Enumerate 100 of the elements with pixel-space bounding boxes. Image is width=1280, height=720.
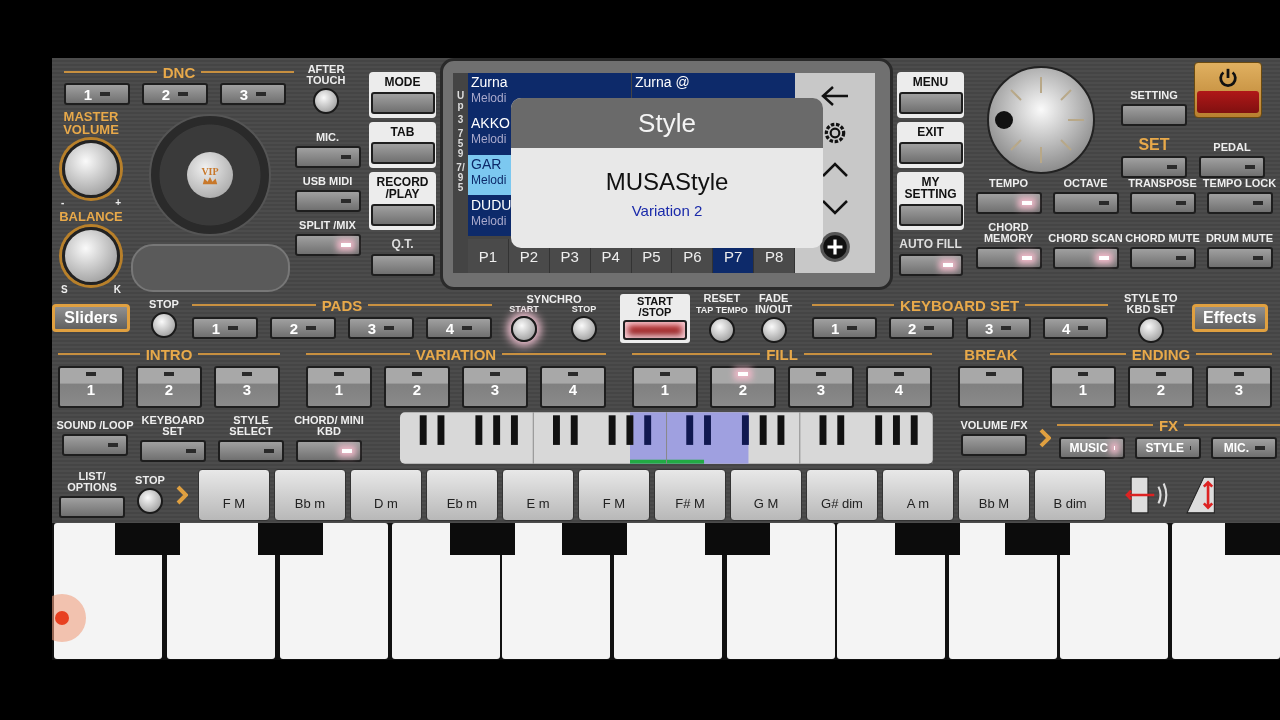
section-pad[interactable]: 2	[710, 366, 776, 408]
panel-button[interactable]	[140, 439, 206, 462]
panel-button[interactable]	[218, 439, 284, 462]
add-icon[interactable]	[819, 231, 851, 264]
chord-button[interactable]: G M	[730, 468, 802, 521]
panel-button[interactable]	[294, 190, 361, 212]
panel-button[interactable]	[961, 434, 1028, 456]
knob[interactable]	[571, 316, 597, 342]
panel-button[interactable]	[1052, 192, 1119, 214]
menu-key[interactable]: RECORD /PLAY	[369, 172, 436, 230]
effects-button[interactable]: Effects	[1191, 304, 1268, 332]
button-label: PEDAL	[1212, 142, 1252, 153]
knob[interactable]	[760, 317, 787, 343]
fx-button[interactable]: MIC.	[1211, 437, 1278, 459]
chord-button[interactable]: Bb M	[958, 468, 1030, 521]
panel-button[interactable]	[370, 254, 435, 276]
panel-button[interactable]: 1	[64, 83, 130, 105]
panel-button[interactable]	[1129, 192, 1196, 214]
panel-button[interactable]	[898, 254, 963, 276]
data-dial[interactable]	[986, 65, 1096, 175]
chord-button[interactable]: A m	[882, 468, 954, 521]
panel-button[interactable]	[898, 204, 963, 226]
knob[interactable]	[511, 316, 537, 342]
chord-button[interactable]: G# dim	[806, 468, 878, 521]
sliders-button[interactable]: Sliders	[52, 304, 130, 332]
chord-button[interactable]: E m	[502, 468, 574, 521]
panel-button[interactable]	[294, 234, 361, 256]
section-pad[interactable]: 3	[214, 366, 280, 408]
fx-button[interactable]: MUSIC	[1059, 437, 1126, 459]
panel-button[interactable]: 2	[888, 317, 954, 339]
panel-button[interactable]	[296, 439, 362, 462]
panel-button[interactable]	[898, 142, 963, 164]
panel-button[interactable]	[294, 146, 361, 168]
section-pad[interactable]: 2	[384, 366, 450, 408]
section-pad[interactable]: 4	[540, 366, 606, 408]
section-pad[interactable]: 1	[1050, 366, 1116, 408]
start-stop-button[interactable]	[623, 319, 687, 340]
panel-button[interactable]: 3	[965, 317, 1031, 339]
panel-button[interactable]	[1121, 156, 1187, 178]
section-pad[interactable]: 3	[1206, 366, 1272, 408]
chord-button[interactable]: Bb m	[274, 468, 346, 521]
chord-button[interactable]: F M	[578, 468, 650, 521]
panel-button[interactable]	[62, 434, 128, 456]
chord-button[interactable]: F M	[198, 468, 270, 521]
vip-badge[interactable]: VIP	[187, 152, 233, 198]
panel-button[interactable]	[1129, 247, 1196, 269]
panel-button[interactable]	[370, 142, 435, 164]
mini-keyboard-drawing[interactable]	[400, 412, 934, 464]
menu-key[interactable]: MENU	[897, 72, 964, 118]
pad-button[interactable]: 1	[192, 317, 258, 339]
knob[interactable]	[151, 311, 177, 338]
menu-key[interactable]: EXIT	[897, 122, 964, 168]
knob[interactable]	[62, 227, 120, 285]
menu-key[interactable]: MY SETTING	[897, 172, 964, 230]
chord-button[interactable]: F# M	[654, 468, 726, 521]
panel-button[interactable]	[1052, 247, 1119, 269]
knob[interactable]	[313, 88, 339, 114]
pad-button[interactable]: 3	[348, 317, 414, 339]
panel-button[interactable]	[975, 247, 1042, 269]
panel-button[interactable]	[59, 496, 125, 518]
panel-button[interactable]	[1121, 103, 1187, 126]
fx-button[interactable]: STYLE	[1135, 437, 1202, 459]
section-pad[interactable]: 4	[866, 366, 932, 408]
section-pad[interactable]	[958, 366, 1024, 408]
knob[interactable]	[137, 488, 163, 514]
chord-button[interactable]: D m	[350, 468, 422, 521]
section-pad[interactable]: 1	[306, 366, 372, 408]
page-tab[interactable]: P1	[468, 239, 509, 273]
chord-button[interactable]: B dim	[1034, 468, 1106, 521]
section-pad[interactable]: 3	[462, 366, 528, 408]
panel-button[interactable]: 1	[811, 317, 877, 339]
panel-button[interactable]	[1199, 156, 1265, 178]
knob[interactable]	[62, 140, 120, 198]
panel-button[interactable]: 3	[220, 83, 286, 105]
chord-button[interactable]: Eb m	[426, 468, 498, 521]
section-pad[interactable]: 3	[788, 366, 854, 408]
section-title: VARIATION	[415, 346, 497, 362]
menu-key[interactable]: AUTO FILL	[897, 234, 964, 280]
panel-button[interactable]	[370, 204, 435, 226]
record-disc[interactable]: VIP	[149, 114, 271, 236]
panel-button[interactable]	[1206, 247, 1273, 269]
section-pad[interactable]: 2	[1128, 366, 1194, 408]
menu-key[interactable]: MODE	[369, 72, 436, 118]
section-pad[interactable]: 1	[632, 366, 698, 408]
menu-key[interactable]: Q.T.	[369, 234, 436, 280]
knob[interactable]	[1137, 317, 1164, 343]
panel-button[interactable]: 4	[1042, 317, 1108, 339]
section-pad[interactable]: 2	[136, 366, 202, 408]
knob[interactable]	[708, 317, 735, 343]
pad-button[interactable]: 4	[426, 317, 492, 339]
pad-button[interactable]: 2	[270, 317, 336, 339]
panel-button[interactable]: 2	[142, 83, 208, 105]
piano-keyboard-drawing[interactable]	[52, 523, 1280, 660]
section-pad[interactable]: 1	[58, 366, 124, 408]
panel-button[interactable]	[898, 92, 963, 114]
panel-button[interactable]	[975, 192, 1042, 214]
menu-key[interactable]: TAB	[369, 122, 436, 168]
panel-button[interactable]	[1206, 192, 1273, 214]
panel-button[interactable]	[370, 92, 435, 114]
power-button[interactable]	[1194, 62, 1262, 118]
